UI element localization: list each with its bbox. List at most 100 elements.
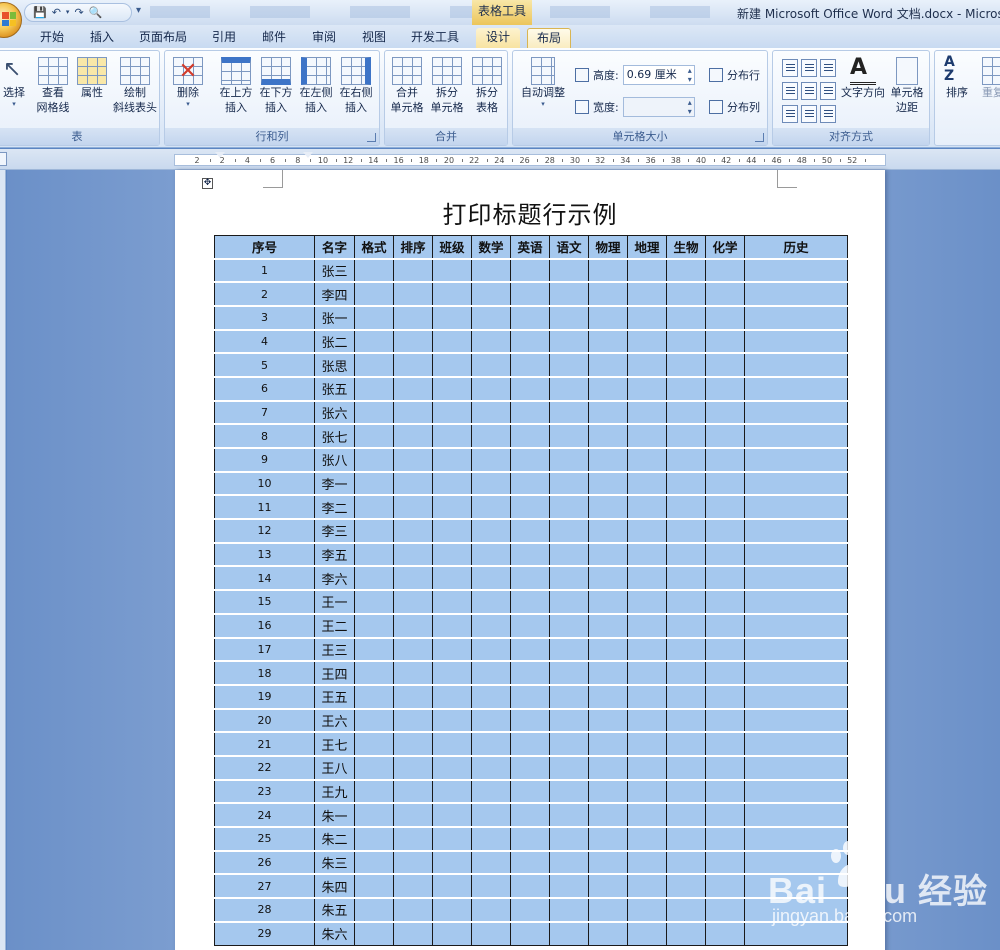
empty-cell[interactable] [588,281,628,307]
column-marker-icon[interactable] [303,152,313,158]
column-header[interactable]: 排序 [393,235,433,259]
empty-cell[interactable] [510,802,550,828]
empty-cell[interactable] [666,660,706,686]
empty-cell[interactable] [549,423,589,449]
empty-cell[interactable] [627,518,667,544]
empty-cell[interactable] [666,423,706,449]
empty-cell[interactable] [510,873,550,899]
cell-size-launcher-icon[interactable] [755,133,764,142]
empty-cell[interactable] [510,304,550,331]
empty-cell[interactable] [471,707,511,733]
column-header[interactable]: 历史 [744,235,848,259]
empty-cell[interactable] [510,541,550,567]
tab-design[interactable]: 设计 [476,28,520,48]
empty-cell[interactable] [549,257,589,283]
horizontal-ruler[interactable]: 2 2 4 6 8 10 12 14 16 18 20 22 24 26 28 30 32 34 36 38 40 42 4… [174,152,886,166]
empty-cell[interactable] [432,518,472,544]
student-name-cell[interactable]: 李三 [314,518,355,544]
empty-cell[interactable] [705,281,745,307]
row-number-cell[interactable]: 15 [214,589,315,615]
student-name-cell[interactable]: 李二 [314,494,355,520]
empty-cell[interactable] [393,470,433,496]
empty-cell[interactable] [354,565,394,591]
empty-cell[interactable] [354,447,394,473]
empty-cell[interactable] [471,447,511,473]
empty-cell[interactable] [744,754,848,781]
insert-below-button[interactable]: 在下方 插入 [257,55,295,127]
empty-cell[interactable] [666,589,706,615]
empty-cell[interactable] [744,778,848,804]
student-name-cell[interactable]: 李四 [314,281,355,307]
empty-cell[interactable] [588,754,628,781]
empty-cell[interactable] [549,304,589,331]
empty-cell[interactable] [510,399,550,425]
empty-cell[interactable] [666,375,706,402]
align-middle-left-icon[interactable] [782,82,798,100]
empty-cell[interactable] [588,352,628,378]
empty-cell[interactable] [627,565,667,591]
empty-cell[interactable] [627,352,667,378]
empty-cell[interactable] [354,826,394,852]
student-name-cell[interactable]: 李一 [314,470,355,496]
empty-cell[interactable] [588,636,628,662]
undo-dropdown-icon[interactable]: ▾ [66,9,70,16]
empty-cell[interactable] [627,778,667,804]
student-name-cell[interactable]: 王九 [314,778,355,804]
empty-cell[interactable] [588,897,628,923]
empty-cell[interactable] [705,754,745,781]
empty-cell[interactable] [666,281,706,307]
empty-cell[interactable] [705,565,745,591]
align-middle-right-icon[interactable] [820,82,836,100]
row-number-cell[interactable]: 16 [214,612,315,638]
distribute-rows-button[interactable]: 分布行 [709,67,760,83]
empty-cell[interactable] [744,423,848,449]
empty-cell[interactable] [432,541,472,567]
empty-cell[interactable] [705,399,745,425]
row-number-cell[interactable]: 26 [214,849,315,875]
empty-cell[interactable] [705,660,745,686]
empty-cell[interactable] [666,352,706,378]
empty-cell[interactable] [354,423,394,449]
empty-cell[interactable] [744,352,848,378]
student-name-cell[interactable]: 王七 [314,731,355,757]
row-number-cell[interactable]: 10 [214,470,315,496]
empty-cell[interactable] [549,518,589,544]
empty-cell[interactable] [627,660,667,686]
merge-cells-button[interactable]: 合并 单元格 [387,55,427,127]
column-header[interactable]: 物理 [588,235,628,259]
empty-cell[interactable] [471,565,511,591]
empty-cell[interactable] [510,447,550,473]
student-name-cell[interactable]: 张三 [314,257,355,283]
empty-cell[interactable] [744,447,848,473]
empty-cell[interactable] [354,873,394,899]
empty-cell[interactable] [354,683,394,710]
empty-cell[interactable] [432,447,472,473]
empty-cell[interactable] [471,731,511,757]
empty-cell[interactable] [432,731,472,757]
empty-cell[interactable] [354,281,394,307]
student-name-cell[interactable]: 王六 [314,707,355,733]
empty-cell[interactable] [471,660,511,686]
empty-cell[interactable] [588,399,628,425]
empty-cell[interactable] [549,873,589,899]
empty-cell[interactable] [432,281,472,307]
empty-cell[interactable] [549,589,589,615]
empty-cell[interactable] [471,826,511,852]
empty-cell[interactable] [354,802,394,828]
column-header[interactable]: 数学 [471,235,511,259]
empty-cell[interactable] [627,636,667,662]
empty-cell[interactable] [744,683,848,710]
empty-cell[interactable] [510,849,550,875]
student-name-cell[interactable]: 王五 [314,683,355,710]
empty-cell[interactable] [510,470,550,496]
empty-cell[interactable] [588,470,628,496]
save-icon[interactable]: 💾 [33,7,47,18]
empty-cell[interactable] [705,849,745,875]
empty-cell[interactable] [744,470,848,496]
empty-cell[interactable] [705,352,745,378]
empty-cell[interactable] [471,470,511,496]
empty-cell[interactable] [744,565,848,591]
empty-cell[interactable] [588,589,628,615]
empty-cell[interactable] [471,328,511,354]
empty-cell[interactable] [471,754,511,781]
